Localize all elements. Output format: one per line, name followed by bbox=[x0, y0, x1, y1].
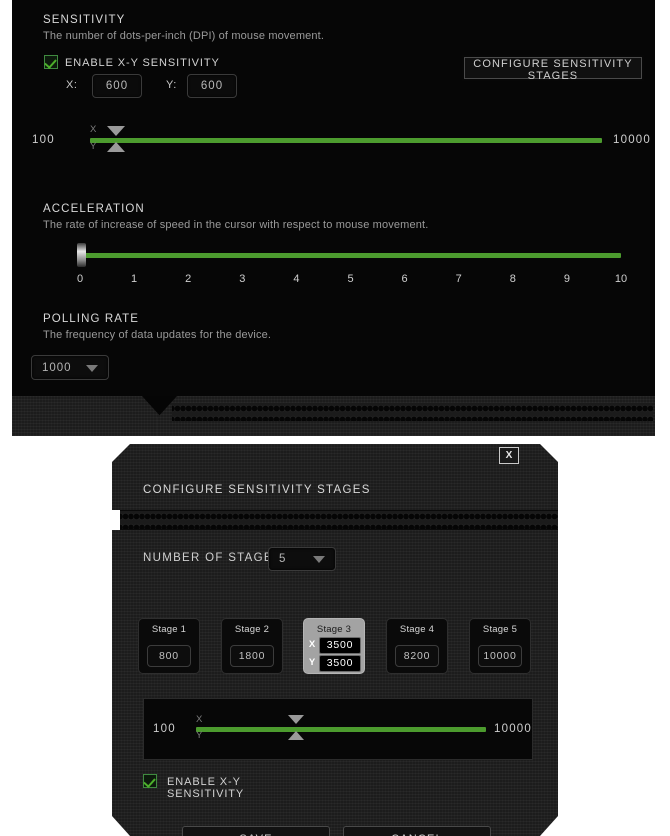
sensitivity-y-label: Y: bbox=[166, 79, 177, 91]
stage-card-value-input[interactable]: 8200 bbox=[395, 645, 439, 667]
chevron-down-icon bbox=[313, 556, 325, 563]
polling-rate-dropdown[interactable]: 1000 bbox=[31, 355, 109, 380]
enable-xy-sensitivity-label: ENABLE X-Y SENSITIVITY bbox=[65, 57, 220, 69]
number-of-stages-value: 5 bbox=[279, 553, 287, 565]
stage-card-value-input[interactable]: 10000 bbox=[478, 645, 522, 667]
stage-card-y-row: Y 3500 bbox=[307, 655, 361, 672]
dialog-divider bbox=[120, 510, 558, 530]
sensitivity-slider-max-label: 10000 bbox=[613, 134, 651, 146]
sensitivity-section-description: The number of dots-per-inch (DPI) of mou… bbox=[43, 30, 325, 42]
cancel-button[interactable]: CANCEL bbox=[343, 826, 491, 836]
dialog-divider-hex bbox=[120, 511, 558, 529]
footer-hex-strip bbox=[172, 403, 653, 421]
dialog-title: CONFIGURE SENSITIVITY STAGES bbox=[143, 484, 371, 496]
acceleration-tick-7: 7 bbox=[455, 273, 462, 285]
chevron-down-icon bbox=[86, 364, 98, 372]
dialog-enable-xy-sensitivity-label: ENABLE X-Y SENSITIVITY bbox=[167, 776, 245, 800]
stage-card-name: Stage 5 bbox=[482, 624, 518, 635]
dialog-slider-y-handle[interactable] bbox=[288, 731, 305, 740]
stage-card-name: Stage 3 bbox=[316, 624, 352, 635]
acceleration-slider-rail[interactable] bbox=[80, 253, 621, 258]
dialog-enable-xy-sensitivity-checkbox[interactable] bbox=[143, 774, 157, 788]
acceleration-tick-0: 0 bbox=[76, 273, 84, 285]
number-of-stages-label: NUMBER OF STAGES bbox=[143, 552, 282, 564]
stage-card-value-input[interactable]: 800 bbox=[147, 645, 191, 667]
stage-card-3[interactable]: Stage 3 X 3500 Y 3500 bbox=[303, 618, 365, 674]
sensitivity-slider-min-label: 100 bbox=[32, 134, 55, 146]
close-icon[interactable]: X bbox=[499, 447, 519, 464]
acceleration-tick-5: 5 bbox=[347, 273, 354, 285]
dialog-slider-rail[interactable] bbox=[196, 727, 486, 732]
dialog-sensitivity-slider: 100 10000 X Y bbox=[143, 698, 533, 760]
dialog-slider-min-label: 100 bbox=[153, 723, 176, 735]
dialog-slider-x-tag: X bbox=[196, 714, 203, 725]
polling-rate-section-description: The frequency of data updates for the de… bbox=[43, 329, 272, 341]
acceleration-tick-8: 8 bbox=[509, 273, 516, 285]
sensitivity-slider-y-handle[interactable] bbox=[107, 142, 125, 152]
polling-rate-section-title: POLLING RATE bbox=[43, 313, 140, 325]
acceleration-tick-3: 3 bbox=[239, 273, 246, 285]
dialog-slider-y-tag: Y bbox=[196, 730, 203, 741]
sensitivity-slider-x-tag: X bbox=[90, 124, 97, 135]
sensitivity-section-title: SENSITIVITY bbox=[43, 14, 126, 26]
sensitivity-settings-panel: SENSITIVITY The number of dots-per-inch … bbox=[12, 0, 655, 436]
configure-sensitivity-stages-dialog: CONFIGURE SENSITIVITY STAGES NUMBER OF S… bbox=[112, 444, 558, 836]
dialog-slider-max-label: 10000 bbox=[494, 723, 532, 735]
sensitivity-x-label: X: bbox=[66, 79, 78, 91]
dialog-header bbox=[112, 444, 558, 510]
stage-card-5[interactable]: Stage 5 10000 bbox=[469, 618, 531, 674]
acceleration-tick-4: 4 bbox=[293, 273, 300, 285]
stage-card-x-label: X bbox=[308, 639, 316, 650]
panel-footer-decoration bbox=[12, 396, 655, 436]
acceleration-tick-9: 9 bbox=[563, 273, 570, 285]
sensitivity-slider-y-tag: Y bbox=[90, 141, 97, 152]
dialog-slider-x-handle[interactable] bbox=[288, 715, 305, 724]
stage-card-name: Stage 1 bbox=[151, 624, 187, 635]
stage-card-y-label: Y bbox=[308, 657, 316, 668]
stage-card-2[interactable]: Stage 2 1800 bbox=[221, 618, 283, 674]
acceleration-section-description: The rate of increase of speed in the cur… bbox=[43, 219, 429, 231]
acceleration-tick-1: 1 bbox=[131, 273, 138, 285]
stage-card-value-input[interactable]: 1800 bbox=[230, 645, 274, 667]
stage-card-name: Stage 4 bbox=[399, 624, 435, 635]
sensitivity-slider-x-handle[interactable] bbox=[107, 126, 125, 136]
configure-sensitivity-stages-button[interactable]: CONFIGURE SENSITIVITY STAGES bbox=[464, 57, 642, 82]
save-button[interactable]: SAVE bbox=[182, 826, 330, 836]
polling-rate-value: 1000 bbox=[42, 361, 72, 374]
number-of-stages-dropdown[interactable]: 5 bbox=[268, 547, 336, 571]
sensitivity-slider-rail[interactable] bbox=[90, 138, 602, 143]
enable-xy-sensitivity-checkbox[interactable] bbox=[44, 55, 58, 69]
stage-card-y-input[interactable]: 3500 bbox=[319, 655, 361, 672]
stage-card-x-row: X 3500 bbox=[307, 637, 361, 654]
stage-card-x-input[interactable]: 3500 bbox=[319, 637, 361, 654]
acceleration-tick-6: 6 bbox=[401, 273, 408, 285]
stage-card-name: Stage 2 bbox=[234, 624, 270, 635]
footer-left-shape bbox=[12, 396, 162, 436]
dialog-body: NUMBER OF STAGES 5 Stage 1 800 Stage 2 1800… bbox=[112, 530, 558, 836]
acceleration-tick-2: 2 bbox=[185, 273, 192, 285]
stage-card-4[interactable]: Stage 4 8200 bbox=[386, 618, 448, 674]
acceleration-tick-10: 10 bbox=[614, 273, 628, 285]
stage-card-1[interactable]: Stage 1 800 bbox=[138, 618, 200, 674]
main-panel-content: SENSITIVITY The number of dots-per-inch … bbox=[12, 0, 655, 396]
acceleration-slider-handle[interactable] bbox=[77, 243, 86, 267]
sensitivity-y-input[interactable]: 600 bbox=[187, 74, 237, 98]
sensitivity-x-input[interactable]: 600 bbox=[92, 74, 142, 98]
acceleration-section-title: ACCELERATION bbox=[43, 203, 145, 215]
